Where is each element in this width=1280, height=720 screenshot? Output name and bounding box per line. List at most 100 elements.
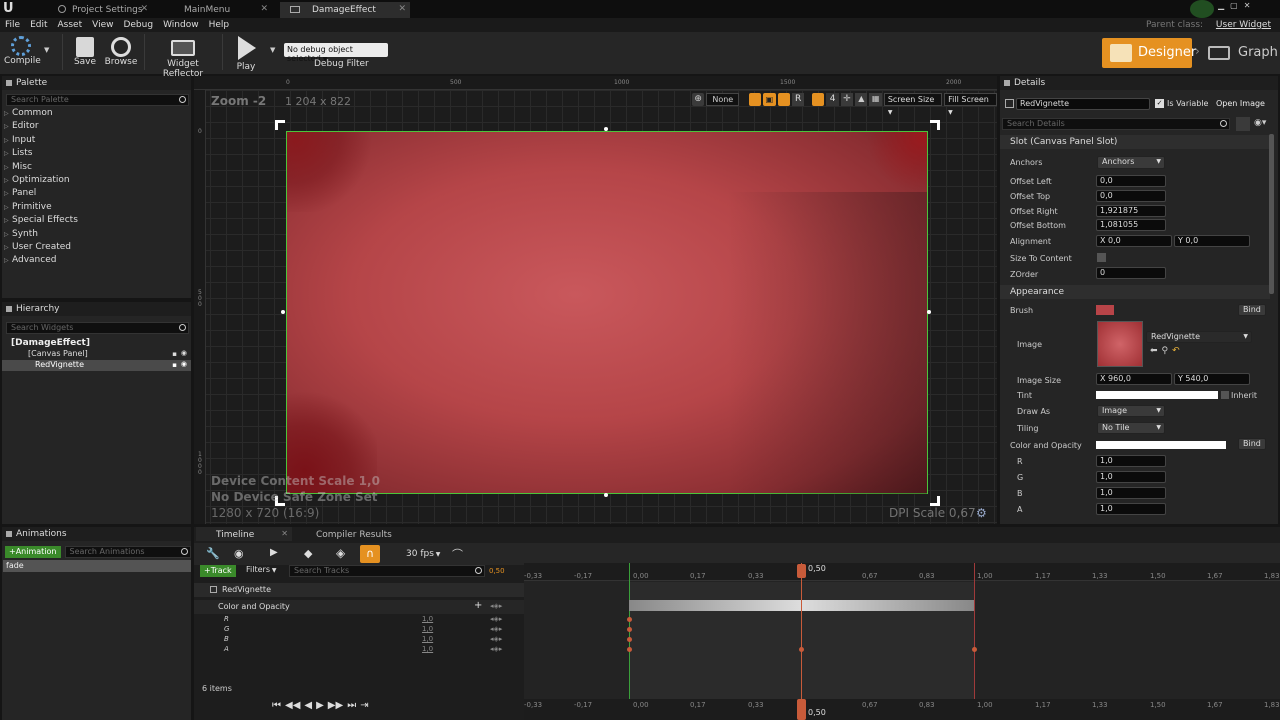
eye-icon[interactable]: ◉	[181, 349, 187, 357]
palette-category[interactable]: Misc	[2, 162, 191, 175]
close-icon[interactable]: ✕	[281, 529, 288, 538]
image-thumbnail[interactable]	[1097, 321, 1143, 367]
edge-handle-right[interactable]	[927, 310, 931, 314]
keyframe[interactable]	[627, 617, 632, 622]
tab-damageeffect[interactable]: DamageEffect ✕	[280, 2, 410, 18]
reverse-icon[interactable]: ◀	[304, 700, 312, 711]
anchors-dropdown[interactable]: Anchors ▼	[1097, 156, 1165, 169]
curve-editor-icon[interactable]: ⌒	[452, 546, 463, 562]
play-options-chevron-icon[interactable]: ▼	[270, 46, 275, 54]
time-ruler-top[interactable]: -0,33 -0,17 0,00 0,17 0,33 0,67 0,83 1,0…	[524, 563, 1280, 581]
play-button[interactable]: Play	[230, 34, 262, 72]
alignment-y-input[interactable]: Y 0,0	[1174, 235, 1250, 247]
edge-handle-top[interactable]	[604, 127, 608, 131]
keyframe[interactable]	[627, 627, 632, 632]
key-nav-icon[interactable]: ◂◈▸	[490, 615, 502, 623]
auto-key-icon[interactable]: ◈	[336, 546, 345, 560]
parent-class-value[interactable]: User Widget	[1216, 20, 1271, 30]
lock-toggle-icon[interactable]: ▣	[763, 92, 776, 106]
eye-icon[interactable]: ◉	[181, 360, 187, 368]
offset-right-input[interactable]: 1,921875	[1096, 205, 1166, 217]
redvignette-widget[interactable]	[286, 131, 928, 495]
palette-search-input[interactable]: Search Palette	[6, 94, 189, 106]
menu-edit[interactable]: Edit	[30, 19, 47, 32]
property-matrix-icon[interactable]	[1236, 117, 1250, 131]
alignment-x-input[interactable]: X 0,0	[1096, 235, 1172, 247]
maximize-icon[interactable]: ▢	[1230, 1, 1238, 10]
playhead-line[interactable]	[801, 563, 802, 720]
channel-row-g[interactable]: G 1,0 ◂◈▸	[194, 625, 524, 635]
animation-list-item[interactable]: fade	[3, 560, 191, 572]
offset-top-input[interactable]: 0,0	[1096, 190, 1166, 202]
hierarchy-root[interactable]: [DamageEffect]	[2, 338, 191, 349]
step-forward-icon[interactable]: ▶▶	[328, 700, 343, 711]
palette-category[interactable]: Editor	[2, 121, 191, 134]
r-input[interactable]: 1,0	[1096, 455, 1166, 467]
compile-button[interactable]: Compile	[4, 34, 41, 66]
close-window-icon[interactable]: ✕	[1244, 1, 1251, 10]
lock-icon[interactable]: ▪	[172, 361, 177, 369]
tiling-dropdown[interactable]: No Tile ▼	[1097, 422, 1165, 434]
offset-left-input[interactable]: 0,0	[1096, 175, 1166, 187]
is-variable-checkbox[interactable]: ✓	[1155, 99, 1164, 108]
designer-viewport[interactable]: 0 500 1000 1500 2000 0 500 1000 Zoom -2 …	[194, 76, 997, 524]
add-animation-button[interactable]: +Animation	[5, 546, 61, 558]
notification-icon[interactable]	[1190, 0, 1214, 18]
screen-size-select[interactable]: Screen Size ▼	[883, 92, 943, 116]
key-nav-icon[interactable]: ◂◈▸	[490, 602, 502, 610]
fill-screen-select[interactable]: Fill Screen ▼	[944, 92, 997, 116]
hierarchy-canvas-panel[interactable]: [Canvas Panel] ▪ ◉	[2, 349, 191, 360]
compile-options-chevron-icon[interactable]: ▼	[44, 46, 49, 54]
channel-row-r[interactable]: R 1,0 ◂◈▸	[194, 615, 524, 625]
inherit-checkbox[interactable]	[1221, 391, 1229, 399]
palette-category[interactable]: User Created	[2, 242, 191, 255]
menu-asset[interactable]: Asset	[58, 19, 83, 32]
graph-button[interactable]: Graph	[1202, 38, 1278, 68]
color-bind-button[interactable]: Bind	[1238, 438, 1266, 450]
save-button[interactable]: Save	[70, 34, 100, 67]
tint-color-swatch[interactable]	[1096, 391, 1218, 399]
eye-icon[interactable]: ◉	[234, 547, 244, 560]
image-size-y-input[interactable]: Y 540,0	[1174, 373, 1250, 385]
keyframe[interactable]	[799, 647, 804, 652]
hierarchy-redvignette[interactable]: RedVignette ▪ ◉	[2, 360, 191, 371]
close-icon[interactable]: ✕	[398, 4, 406, 14]
tab-project-settings[interactable]: Project Settings ✕	[40, 2, 152, 18]
palette-category[interactable]: Input	[2, 135, 191, 148]
tab-compiler-results[interactable]: Compiler Results	[298, 527, 394, 541]
menu-view[interactable]: View	[92, 19, 113, 32]
a-input[interactable]: 1,0	[1096, 503, 1166, 515]
step-back-icon[interactable]: ◀◀	[285, 700, 300, 711]
channel-row-a[interactable]: A 1,0 ◂◈▸	[194, 645, 524, 655]
jump-end-icon[interactable]: ⏭	[347, 700, 356, 711]
channel-value[interactable]: 1,0	[422, 645, 433, 653]
close-icon[interactable]: ✕	[260, 4, 268, 14]
play-options-icon[interactable]: ▶	[270, 547, 278, 558]
grid-size-value[interactable]: 4	[826, 92, 839, 106]
widget-reflector-button[interactable]: Widget Reflector	[150, 34, 216, 79]
palette-category[interactable]: Advanced	[2, 255, 191, 268]
tab-timeline[interactable]: Timeline ✕	[196, 527, 292, 541]
mountain-icon[interactable]: ▲	[855, 92, 868, 106]
browse-asset-icon[interactable]: ⚲	[1162, 346, 1169, 356]
menu-file[interactable]: File	[5, 19, 20, 32]
palette-category[interactable]: Special Effects	[2, 215, 191, 228]
resize-handle[interactable]	[275, 120, 285, 130]
size-to-content-checkbox[interactable]	[1097, 253, 1106, 262]
resize-handle[interactable]	[930, 496, 940, 506]
wrench-icon[interactable]: 🔧	[206, 547, 220, 560]
designer-button[interactable]: Designer	[1102, 38, 1196, 68]
grid-snap-icon[interactable]	[812, 92, 825, 106]
image-asset-select[interactable]: RedVignette ▼	[1146, 331, 1252, 343]
keyframe[interactable]	[627, 637, 632, 642]
photo-icon[interactable]: ▦	[869, 92, 882, 106]
track-row[interactable]: RedVignette	[194, 583, 524, 597]
filters-button[interactable]: Filters ▼	[246, 565, 277, 574]
crosshair-icon[interactable]: ✛	[840, 92, 854, 106]
jump-start-icon[interactable]: ⏮	[272, 700, 281, 711]
respect-locks-button[interactable]: R	[791, 92, 805, 106]
details-scrollbar[interactable]	[1269, 134, 1274, 294]
palette-category[interactable]: Panel	[2, 188, 191, 201]
key-nav-icon[interactable]: ◂◈▸	[490, 635, 502, 643]
g-input[interactable]: 1,0	[1096, 471, 1166, 483]
